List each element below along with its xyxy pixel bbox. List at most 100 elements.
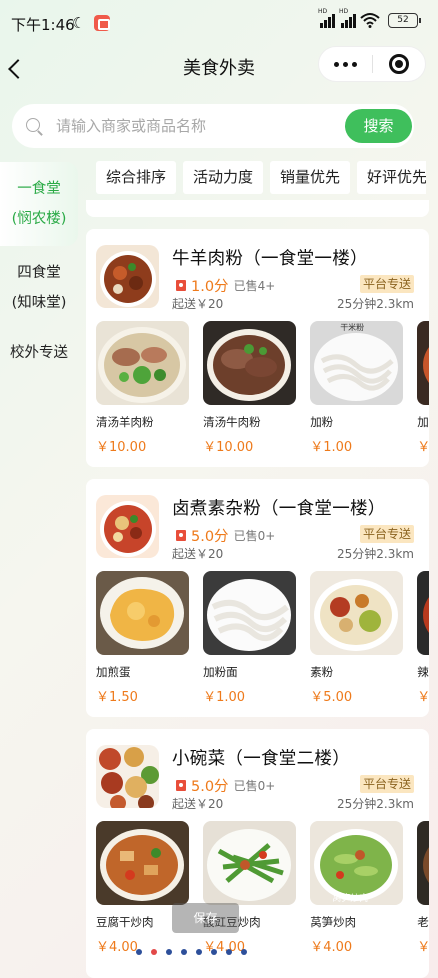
dish-item[interactable]: 辣鸡 ￥5	[417, 571, 429, 705]
dish-name: 加泵	[417, 415, 429, 428]
shop-name: 卤煮素杂粉（一食堂一楼）	[172, 499, 386, 519]
dish-price: ￥5.00	[310, 690, 353, 705]
dish-image	[417, 321, 429, 405]
dish-price: ￥4.00	[310, 940, 353, 955]
shop-logo	[96, 745, 159, 808]
shop-name: 小碗菜（一食堂二楼）	[172, 749, 350, 769]
battery-level: 52	[397, 14, 409, 25]
dish-image	[417, 571, 429, 655]
dish-item[interactable]: 莴笋炒肉 莴笋炒肉 ￥4.00	[310, 821, 404, 955]
dish-name: 加煎蛋	[96, 665, 131, 678]
page-dot[interactable]	[196, 949, 202, 955]
shop-rating: 5.0分	[191, 779, 229, 795]
dish-row: 清汤羊肉粉 ￥10.00 清汤牛肉粉 ￥10.00 干米粉 加粉 ￥1.00 加…	[96, 321, 429, 461]
target-icon[interactable]	[372, 46, 425, 82]
nav-bar: 美食外卖	[0, 46, 438, 86]
sidebar-item-label: 一食堂	[17, 181, 61, 197]
dish-name: 清汤牛肉粉	[203, 415, 261, 428]
dish-price: ￥10.00	[96, 440, 147, 455]
delivery-eta: 25分钟2.3km	[337, 547, 414, 561]
page-dot[interactable]	[181, 949, 187, 955]
dish-image	[417, 821, 429, 905]
shop-rating: 5.0分	[191, 529, 229, 545]
dish-row: 豆腐干炒肉 ￥4.00 酸豇豆炒肉 ￥4.00 莴笋炒肉 莴笋炒肉 ￥4.00 …	[96, 821, 429, 961]
dish-price: ￥10.00	[203, 440, 254, 455]
dish-item[interactable]: 素粉 ￥5.00	[310, 571, 404, 705]
dish-image	[310, 571, 404, 655]
sort-filter-bar: 综合排序 活动力度 销量优先 好评优先	[96, 161, 426, 194]
delivery-eta: 25分钟2.3km	[337, 797, 414, 811]
shop-card[interactable]: 小碗菜（一食堂二楼） 5.0分 已售0+ 平台专送 起送￥20 25分钟2.3k…	[86, 729, 429, 978]
dish-price: ￥6	[417, 940, 429, 955]
dish-price: ￥5	[417, 690, 429, 705]
shop-rating: 1.0分	[191, 279, 229, 295]
dish-row: 加煎蛋 ￥1.50 加粉面 ￥1.00 素粉 ￥5.00 辣鸡 ￥5	[96, 571, 429, 711]
dish-price: ￥1.00	[310, 440, 353, 455]
page-dot[interactable]	[166, 949, 172, 955]
network-type-1: HD	[318, 8, 328, 15]
page-dot[interactable]	[211, 949, 217, 955]
rating-icon	[176, 280, 186, 291]
search-button[interactable]: 搜索	[345, 109, 412, 143]
rating-icon	[176, 530, 186, 541]
dish-image	[203, 821, 297, 905]
dish-price: ￥1.00	[203, 690, 246, 705]
delivery-badge: 平台专送	[359, 275, 414, 293]
dish-image-caption: 干米粉	[340, 323, 365, 332]
min-order: 起送￥20	[172, 297, 224, 311]
save-toast[interactable]: 保存	[172, 903, 239, 933]
canteen-sidebar: 一食堂 (悯农楼) 四食堂 (知味堂) 校外专送	[0, 162, 78, 376]
dish-image	[96, 321, 189, 405]
search-input[interactable]	[56, 104, 316, 148]
dish-item[interactable]: 清汤牛肉粉 ￥10.00	[203, 321, 297, 455]
sidebar-item-off-campus[interactable]: 校外专送	[0, 330, 78, 376]
sidebar-item-canteen-1[interactable]: 一食堂 (悯农楼)	[0, 162, 78, 246]
dish-image: 干米粉	[310, 321, 404, 405]
page-dot[interactable]	[241, 949, 247, 955]
dish-image	[96, 571, 189, 655]
page-dot[interactable]	[226, 949, 232, 955]
battery-icon: 52	[388, 12, 421, 28]
dish-name: 加粉面	[203, 665, 238, 678]
signal-icon: HD	[318, 8, 335, 28]
dish-image-caption: 莴笋炒肉	[332, 894, 369, 904]
dish-item[interactable]: 酸豇豆炒肉 ￥4.00	[203, 821, 297, 955]
search-icon	[26, 118, 40, 132]
dish-item[interactable]: 豆腐干炒肉 ￥4.00	[96, 821, 189, 955]
rating-row: 5.0分 已售0+	[176, 525, 275, 546]
filter-sales[interactable]: 销量优先	[270, 161, 351, 194]
shop-sold-count: 已售0+	[233, 779, 276, 793]
dish-item[interactable]: 老鸭 ￥6	[417, 821, 429, 955]
rating-row: 1.0分 已售4+	[176, 275, 275, 296]
sidebar-item-sublabel: (知味堂)	[11, 295, 67, 311]
page-dot-active[interactable]	[151, 949, 157, 955]
more-icon[interactable]	[319, 46, 372, 82]
shop-card[interactable]: 卤煮素杂粉（一食堂一楼） 5.0分 已售0+ 平台专送 起送￥20 25分钟2.…	[86, 479, 429, 717]
dish-item[interactable]: 加泵 ￥6	[417, 321, 429, 455]
dish-name: 莴笋炒肉	[310, 915, 357, 928]
shop-sold-count: 已售0+	[233, 529, 276, 543]
dish-item[interactable]: 加粉面 ￥1.00	[203, 571, 297, 705]
dish-item[interactable]: 清汤羊肉粉 ￥10.00	[96, 321, 189, 455]
delivery-eta: 25分钟2.3km	[337, 297, 414, 311]
dish-name: 老鸭	[417, 915, 429, 928]
sidebar-item-sublabel: (悯农楼)	[11, 211, 67, 227]
moon-icon: ☾	[72, 14, 86, 32]
filter-rating[interactable]: 好评优先	[357, 161, 426, 194]
status-icons: HD HD 52	[318, 8, 421, 28]
shop-card[interactable]: 牛羊肉粉（一食堂一楼） 1.0分 已售4+ 平台专送 起送￥20 25分钟2.3…	[86, 229, 429, 467]
shop-name: 牛羊肉粉（一食堂一楼）	[172, 249, 368, 269]
filter-promotion[interactable]: 活动力度	[183, 161, 264, 194]
filter-comprehensive[interactable]: 综合排序	[96, 161, 177, 194]
dish-item[interactable]: 加煎蛋 ￥1.50	[96, 571, 189, 705]
min-order: 起送￥20	[172, 797, 224, 811]
sidebar-item-canteen-4[interactable]: 四食堂 (知味堂)	[0, 246, 78, 330]
page-dot[interactable]	[136, 949, 142, 955]
shop-logo	[96, 495, 159, 558]
shop-sold-count: 已售4+	[233, 279, 276, 293]
dish-price: ￥1.50	[96, 690, 138, 705]
sidebar-item-label: 校外专送	[10, 345, 68, 361]
dish-name: 加粉	[310, 415, 334, 428]
dish-item[interactable]: 干米粉 加粉 ￥1.00	[310, 321, 404, 455]
delivery-badge: 平台专送	[359, 525, 414, 543]
